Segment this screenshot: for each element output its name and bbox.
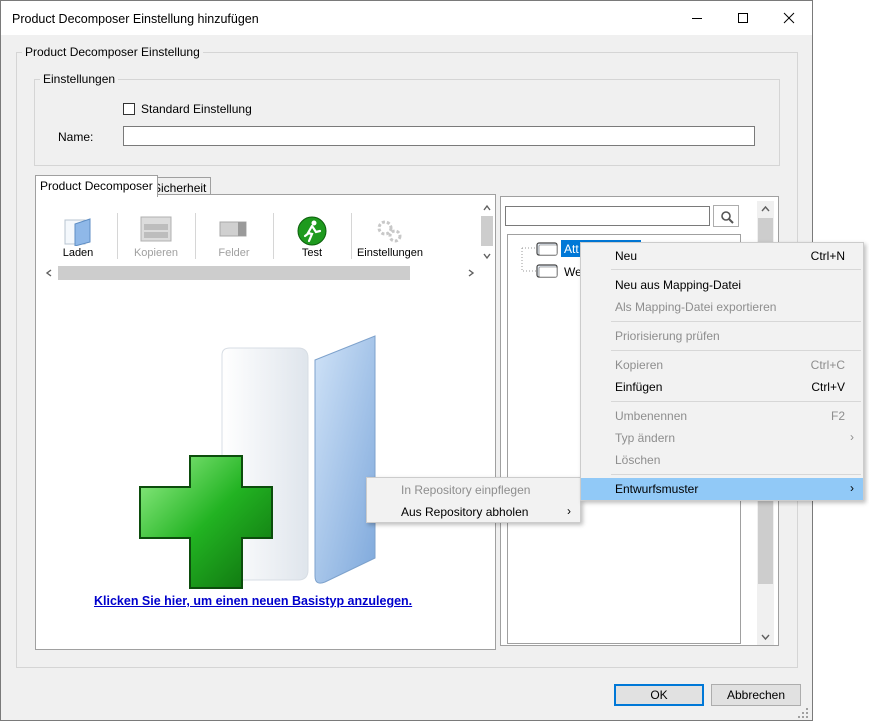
scroll-thumb[interactable] <box>58 266 410 280</box>
submenu-repository: In Repository einpflegen Aus Repository … <box>366 477 581 523</box>
folder-icon <box>64 218 91 246</box>
toolbar-test-label: Test <box>301 247 323 259</box>
toolbar-separator <box>117 213 118 259</box>
run-test-icon <box>297 216 327 246</box>
tree-search-input[interactable] <box>505 206 710 226</box>
node-icon <box>536 264 558 278</box>
toolbar-test-button[interactable]: Test <box>276 216 348 264</box>
toolbar-separator <box>351 213 352 259</box>
scroll-right-icon[interactable] <box>466 268 476 278</box>
node-icon <box>536 242 558 256</box>
maximize-icon <box>738 13 748 23</box>
tab-product-decomposer[interactable]: Product Decomposer <box>35 175 158 197</box>
minimize-button[interactable] <box>674 1 720 35</box>
name-field[interactable] <box>123 126 755 146</box>
minimize-icon <box>692 18 702 19</box>
menu-item-check-priority[interactable]: Priorisierung prüfen <box>581 325 863 347</box>
toolbar-separator <box>273 213 274 259</box>
cancel-button[interactable]: Abbrechen <box>711 684 801 706</box>
menu-item-copy[interactable]: Kopieren Ctrl+C <box>581 354 863 376</box>
toolbar-copy-label: Kopieren <box>133 247 179 259</box>
context-menu: Neu Ctrl+N Neu aus Mapping-Datei Als Map… <box>580 242 864 501</box>
maximize-button[interactable] <box>720 1 766 35</box>
menu-item-delete[interactable]: Löschen <box>581 449 863 471</box>
toolbar-copy-button[interactable]: Kopieren <box>120 216 192 264</box>
toolbar-separator <box>195 213 196 259</box>
tree-search-button[interactable] <box>713 205 739 227</box>
scroll-left-icon[interactable] <box>44 268 54 278</box>
fields-icon <box>219 221 247 237</box>
menu-item-paste[interactable]: Einfügen Ctrl+V <box>581 376 863 398</box>
toolbar-vscrollbar[interactable] <box>481 203 493 263</box>
new-basetype-link[interactable]: Klicken Sie hier, um einen neuen Basisty… <box>94 594 412 608</box>
window-title: Product Decomposer Einstellung hinzufüge… <box>12 12 259 26</box>
name-label: Name: <box>58 130 94 144</box>
menu-item-export-mapping[interactable]: Als Mapping-Datei exportieren <box>581 296 863 318</box>
toolbar-settings-button[interactable]: Einstellungen <box>354 216 426 264</box>
menu-item-repository-fetch[interactable]: Aus Repository abholen › <box>367 501 580 523</box>
toolbar-load-label: Laden <box>62 247 94 259</box>
group-main-legend: Product Decomposer Einstellung <box>22 45 203 59</box>
submenu-arrow-icon: › <box>850 481 854 495</box>
menu-separator <box>611 321 861 322</box>
menu-separator <box>611 474 861 475</box>
new-basetype-illustration <box>139 335 376 589</box>
standard-checkbox-label: Standard Einstellung <box>141 102 252 116</box>
submenu-arrow-icon: › <box>567 504 571 518</box>
toolbar-fields-label: Felder <box>218 247 250 259</box>
scroll-up-icon[interactable] <box>482 203 492 213</box>
gears-icon <box>377 220 402 243</box>
close-icon <box>783 12 795 24</box>
scroll-up-icon[interactable] <box>760 204 771 214</box>
title-bar: Product Decomposer Einstellung hinzufüge… <box>1 1 812 35</box>
menu-item-repository-upload[interactable]: In Repository einpflegen <box>367 479 580 501</box>
toolbar-hscrollbar[interactable] <box>44 266 478 280</box>
scroll-thumb[interactable] <box>481 216 493 246</box>
resize-grip-icon[interactable] <box>797 707 809 719</box>
toolbar-fields-button[interactable]: Felder <box>198 216 270 264</box>
search-icon <box>721 211 734 224</box>
menu-item-change-type[interactable]: Typ ändern › <box>581 427 863 449</box>
menu-item-new-from-mapping[interactable]: Neu aus Mapping-Datei <box>581 274 863 296</box>
menu-separator <box>611 401 861 402</box>
scroll-down-icon[interactable] <box>482 251 492 261</box>
group-settings-legend: Einstellungen <box>40 72 119 86</box>
copy-table-icon <box>140 216 172 242</box>
scroll-down-icon[interactable] <box>760 632 771 642</box>
ok-button[interactable]: OK <box>614 684 704 706</box>
toolbar-settings-label: Einstellungen <box>356 247 424 259</box>
submenu-arrow-icon: › <box>850 430 854 444</box>
menu-separator <box>611 350 861 351</box>
tree-node[interactable] <box>536 263 560 282</box>
menu-item-new[interactable]: Neu Ctrl+N <box>581 245 863 267</box>
menu-item-design-patterns[interactable]: Entwurfsmuster › <box>581 478 863 500</box>
toolbar-load-button[interactable]: Laden <box>42 216 114 264</box>
tree-node[interactable] <box>536 241 560 260</box>
group-settings <box>34 79 780 166</box>
standard-checkbox[interactable] <box>123 103 135 115</box>
close-button[interactable] <box>766 1 812 35</box>
menu-separator <box>611 269 861 270</box>
menu-item-rename[interactable]: Umbenennen F2 <box>581 405 863 427</box>
